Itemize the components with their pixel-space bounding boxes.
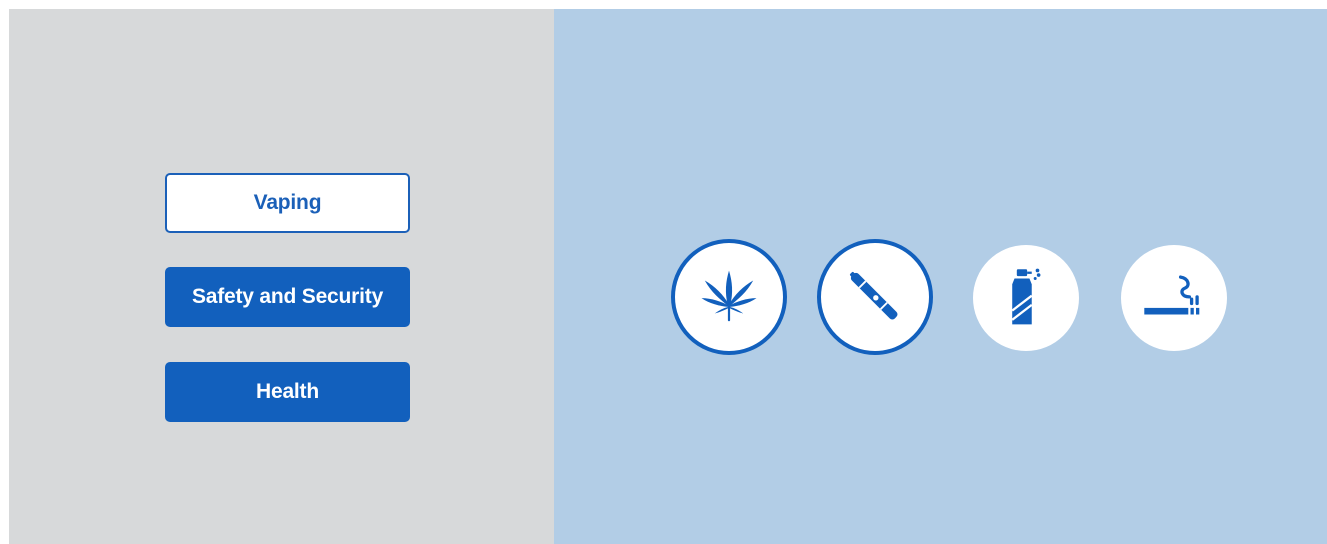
- vape-pen-icon-button[interactable]: [817, 239, 933, 355]
- vape-pen-icon: [849, 271, 898, 320]
- health-button-label: Health: [256, 380, 319, 403]
- top-strip: [0, 0, 1327, 9]
- vaping-button[interactable]: Vaping: [165, 173, 410, 233]
- safety-and-security-button[interactable]: Safety and Security: [165, 267, 410, 327]
- vaping-button-label: Vaping: [253, 191, 322, 214]
- spray-can-icon: [1011, 268, 1041, 325]
- spray-can-icon-button[interactable]: [973, 245, 1079, 351]
- cannabis-leaf-icon: [701, 270, 757, 322]
- safety-and-security-button-label: Safety and Security: [191, 285, 384, 308]
- cigarette-icon: [1144, 275, 1200, 315]
- app-stage: Vaping Safety and Security Health: [0, 0, 1327, 544]
- cannabis-icon-button[interactable]: [671, 239, 787, 355]
- health-button[interactable]: Health: [165, 362, 410, 422]
- cigarette-icon-button[interactable]: [1121, 245, 1227, 351]
